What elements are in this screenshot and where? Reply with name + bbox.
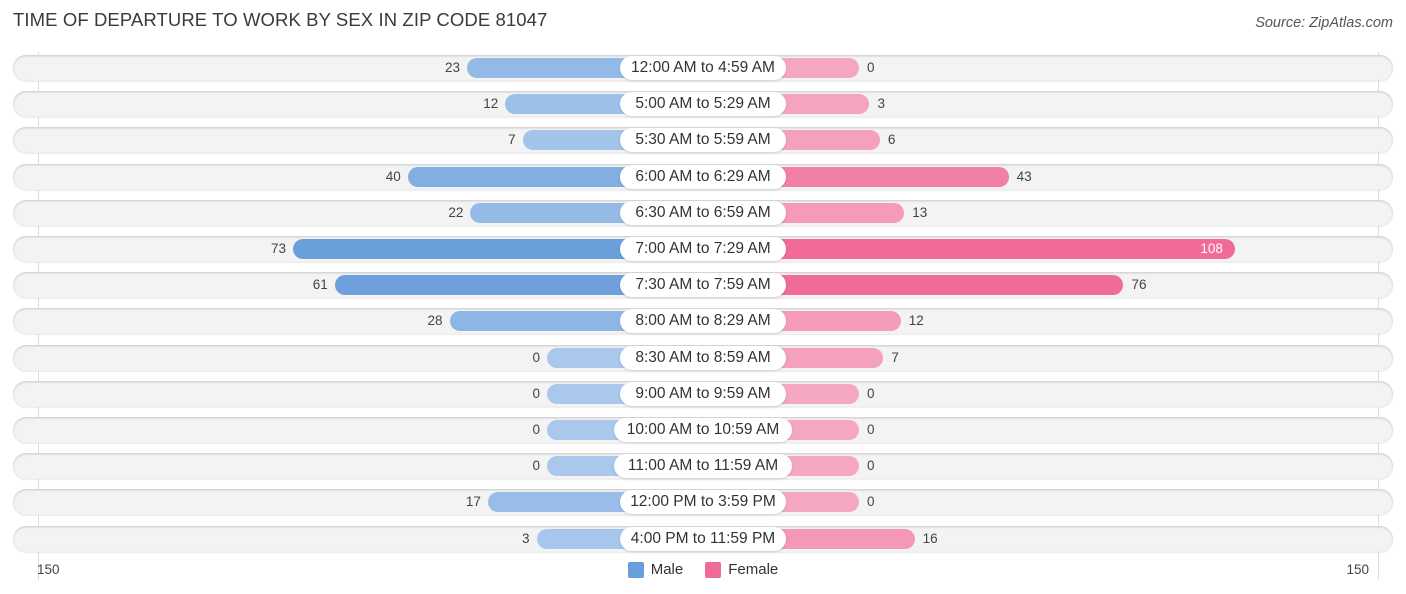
value-label-male: 22 — [448, 204, 464, 220]
value-label-female: 12 — [908, 313, 924, 329]
value-label-female: 43 — [1016, 168, 1032, 184]
value-label-female: 13 — [912, 204, 928, 220]
category-label: 9:00 AM to 9:59 AM — [620, 381, 786, 406]
category-label: 5:30 AM to 5:59 AM — [620, 128, 786, 153]
value-label-male: 61 — [312, 277, 328, 293]
legend-label-female: Female — [728, 561, 779, 578]
category-label: 10:00 AM to 10:59 AM — [614, 418, 792, 442]
category-label: 7:00 AM to 7:29 AM — [620, 237, 786, 261]
legend-swatch-female — [705, 561, 722, 578]
value-label-male: 12 — [483, 96, 499, 112]
category-label: 8:00 AM to 8:29 AM — [620, 309, 786, 334]
legend-swatch-male — [627, 561, 644, 578]
value-label-male: 23 — [444, 60, 460, 75]
value-label-male: 28 — [427, 313, 443, 329]
value-label-male: 0 — [532, 458, 540, 474]
category-label: 12:00 PM to 3:59 PM — [620, 490, 786, 515]
value-label-male: 17 — [465, 494, 481, 510]
value-label-male: 73 — [270, 241, 286, 256]
value-label-male: 7 — [508, 132, 516, 148]
value-label-female: 0 — [867, 60, 875, 75]
value-label-female: 0 — [867, 458, 875, 474]
value-label-female: 76 — [1131, 277, 1147, 293]
value-label-female: 108 — [1200, 241, 1223, 256]
legend-item-male[interactable]: Male — [627, 561, 684, 578]
category-label: 12:00 AM to 4:59 AM — [620, 56, 786, 80]
category-label: 8:30 AM to 8:59 AM — [620, 345, 786, 370]
category-label: 11:00 AM to 11:59 AM — [614, 454, 792, 479]
category-label: 4:00 PM to 11:59 PM — [620, 526, 786, 551]
value-label-female: 16 — [922, 530, 938, 546]
value-label-male: 3 — [522, 530, 530, 546]
legend-label-male: Male — [650, 561, 684, 578]
category-label: 7:30 AM to 7:59 AM — [620, 273, 786, 298]
category-label: 6:00 AM to 6:29 AM — [620, 164, 786, 189]
category-label: 5:00 AM to 5:29 AM — [620, 92, 786, 117]
value-label-female: 7 — [891, 349, 899, 365]
value-label-female: 3 — [877, 96, 885, 112]
category-label: 6:30 AM to 6:59 AM — [620, 200, 786, 225]
chart-area: 23 0 12:00 AM to 4:59 AM 12 3 5:00 AM to 5:29… — [0, 0, 1406, 594]
value-label-male: 40 — [385, 168, 401, 184]
legend-item-female[interactable]: Female — [705, 561, 778, 578]
value-label-female: 6 — [887, 132, 896, 148]
value-label-male: 0 — [532, 422, 540, 437]
value-label-female: 0 — [867, 422, 875, 437]
value-label-female: 0 — [867, 494, 875, 510]
value-label-female: 0 — [867, 385, 875, 401]
legend: Male Female — [0, 561, 1406, 578]
value-label-male: 0 — [532, 349, 540, 365]
value-label-male: 0 — [532, 385, 540, 401]
